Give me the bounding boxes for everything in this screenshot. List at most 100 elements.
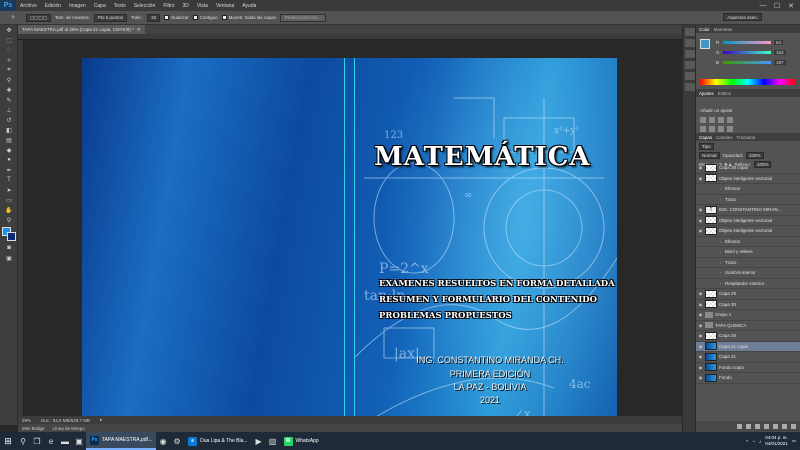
layer-name[interactable]: Bisel y relieve	[725, 249, 753, 254]
layer-row[interactable]: ◉ Objeto inteligente vectorial	[696, 226, 800, 237]
ruler-horizontal[interactable]	[18, 34, 682, 40]
layer-row[interactable]: ◉ Objeto inteligente vectorial	[696, 174, 800, 184]
layer-name[interactable]: Resplandor exterior	[725, 281, 764, 286]
gradient-tool-icon[interactable]: ▤	[2, 135, 16, 145]
quick-mask-icon[interactable]: ◙	[2, 243, 16, 253]
layer-name[interactable]: Capa 30	[719, 302, 736, 307]
layer-row[interactable]: ◉ T ING. CONSTANTINO MIRAN...	[696, 205, 800, 216]
tab-layers[interactable]: Capas	[699, 135, 712, 140]
folder-icon[interactable]	[705, 311, 713, 318]
tab-timeline[interactable]: Línea de tiempo	[53, 426, 85, 431]
menu-edicion[interactable]: Edición	[41, 3, 65, 9]
layer-name[interactable]: Objeto inteligente vectorial	[719, 218, 772, 223]
tab-mini-bridge[interactable]: Mini Bridge	[22, 426, 45, 431]
menu-imagen[interactable]: Imagen	[65, 3, 90, 9]
visibility-eye-icon[interactable]: ◉	[698, 302, 703, 307]
visibility-eye-icon[interactable]: ◉	[698, 176, 703, 181]
close-button[interactable]: ✕	[784, 0, 798, 11]
menu-texto[interactable]: Texto	[110, 3, 130, 9]
layer-name[interactable]: Efectos	[725, 239, 740, 244]
visibility-eye-icon[interactable]: ◉	[698, 333, 703, 338]
sample-size-select[interactable]: Pto 5 puntos	[93, 13, 128, 22]
color-spectrum[interactable]	[700, 79, 796, 85]
layer-row[interactable]: ◉ Fondo copia	[696, 363, 800, 373]
layer-effect-row[interactable]: ◦ Trazo	[696, 258, 800, 268]
path-select-icon[interactable]: ➤	[2, 185, 16, 195]
magic-wand-tool-icon[interactable]: ✧	[2, 55, 16, 65]
zoom-app-icon[interactable]: ▶	[252, 432, 266, 450]
hand-tool-icon[interactable]: ✋	[2, 205, 16, 215]
layer-name[interactable]: TAPA QUIMICA	[715, 323, 746, 328]
slider-red-value[interactable]: 64	[774, 39, 784, 45]
layer-row[interactable]: ◉ TAPA QUIMICA	[696, 321, 800, 331]
magic-wand-icon[interactable]: ✧	[6, 13, 20, 23]
ruler-vertical[interactable]	[18, 40, 24, 416]
eyedropper-tool-icon[interactable]: ⚲	[2, 75, 16, 85]
slider-blue[interactable]: B 197	[716, 59, 796, 65]
store-icon[interactable]: ▣	[72, 432, 86, 450]
layer-name[interactable]: Capa 28 copia	[719, 165, 748, 170]
layer-thumbnail[interactable]	[705, 342, 717, 351]
character-panel-icon[interactable]	[685, 50, 695, 58]
visibility-eye-icon[interactable]: ◉	[698, 365, 703, 370]
slider-blue-track[interactable]	[723, 60, 771, 64]
link-layers-icon[interactable]	[737, 424, 742, 429]
layer-thumbnail[interactable]	[705, 352, 717, 361]
layer-effect-row[interactable]: ◦ Efectos	[696, 184, 800, 195]
history-brush-icon[interactable]: ↺	[2, 115, 16, 125]
effect-bullet-icon[interactable]: ◦	[718, 281, 723, 286]
file-explorer-icon[interactable]: ▬	[58, 432, 72, 450]
layer-name[interactable]: Efectos	[725, 186, 740, 191]
layer-name[interactable]: Capa 21	[719, 354, 736, 359]
visibility-eye-icon[interactable]: ◉	[698, 344, 703, 349]
layer-effect-row[interactable]: ◦ Resplandor exterior	[696, 279, 800, 289]
tab-adjustments[interactable]: Ajustes	[699, 91, 714, 96]
layer-row[interactable]: ◉ Capa 30	[696, 300, 800, 310]
blur-tool-icon[interactable]: ◆	[2, 145, 16, 155]
task-view-icon[interactable]: ❐	[30, 432, 44, 450]
layer-row[interactable]: ◉ Capa 21	[696, 352, 800, 363]
brush-tool-icon[interactable]: ✎	[2, 95, 16, 105]
layer-effect-row[interactable]: ◦ Sombra interior	[696, 268, 800, 279]
visibility-eye-icon[interactable]: ◉	[698, 207, 703, 212]
layer-name[interactable]: Trazo	[725, 260, 736, 265]
tab-channels[interactable]: Canales	[716, 135, 733, 140]
bw-adjust-icon[interactable]	[718, 126, 724, 132]
taskbar-app-whatsapp[interactable]: W WhatsApp	[280, 432, 323, 450]
brush-panel-icon[interactable]	[685, 83, 695, 91]
visibility-eye-icon[interactable]: ◉	[698, 323, 703, 328]
new-group-icon[interactable]	[773, 424, 778, 429]
lasso-tool-icon[interactable]: ◌	[2, 45, 16, 55]
layer-thumbnail[interactable]	[705, 373, 717, 382]
menu-3d[interactable]: 3D	[179, 3, 193, 9]
antialias-checkbox[interactable]: Suavizar	[164, 15, 189, 20]
curves-adjust-icon[interactable]	[718, 117, 724, 123]
visibility-eye-icon[interactable]: ◉	[698, 354, 703, 359]
document-info[interactable]: Doc.: 64,6 MB/529,7 MB	[41, 418, 90, 423]
screen-mode-icon[interactable]: ▣	[2, 253, 16, 263]
visibility-eye-icon[interactable]: ◉	[698, 375, 703, 380]
layer-name[interactable]: Sombra interior	[725, 270, 756, 275]
guide-line-right[interactable]	[354, 58, 355, 450]
layer-thumbnail[interactable]	[705, 163, 717, 172]
slider-green[interactable]: G 153	[716, 49, 796, 55]
layer-name[interactable]: Objeto inteligente vectorial	[719, 228, 772, 233]
tolerance-input[interactable]: 32	[147, 13, 161, 22]
layer-name[interactable]: ING. CONSTANTINO MIRAN...	[719, 207, 781, 212]
refine-edge-button[interactable]: Perfeccionar bor...	[279, 13, 327, 22]
layer-name[interactable]: Fondo copia	[719, 365, 744, 370]
marquee-tool-icon[interactable]: ⬚	[2, 35, 16, 45]
status-arrow-icon[interactable]: ▸	[100, 417, 102, 423]
visibility-eye-icon[interactable]: ◉	[698, 312, 703, 317]
hue-adjust-icon[interactable]	[700, 126, 706, 132]
background-color[interactable]	[7, 232, 16, 241]
clock[interactable]: 04:04 p. m. 04/01/2021	[765, 435, 788, 447]
visibility-eye-icon[interactable]: ◉	[698, 228, 703, 233]
dodge-tool-icon[interactable]: ●	[2, 155, 16, 165]
shape-tool-icon[interactable]: ▭	[2, 195, 16, 205]
effect-bullet-icon[interactable]: ◦	[718, 260, 723, 265]
menu-ventana[interactable]: Ventana	[212, 3, 238, 9]
slider-blue-value[interactable]: 197	[774, 59, 786, 65]
minimize-button[interactable]: —	[756, 0, 770, 11]
layer-name[interactable]: Capa 21 copia	[719, 344, 748, 349]
